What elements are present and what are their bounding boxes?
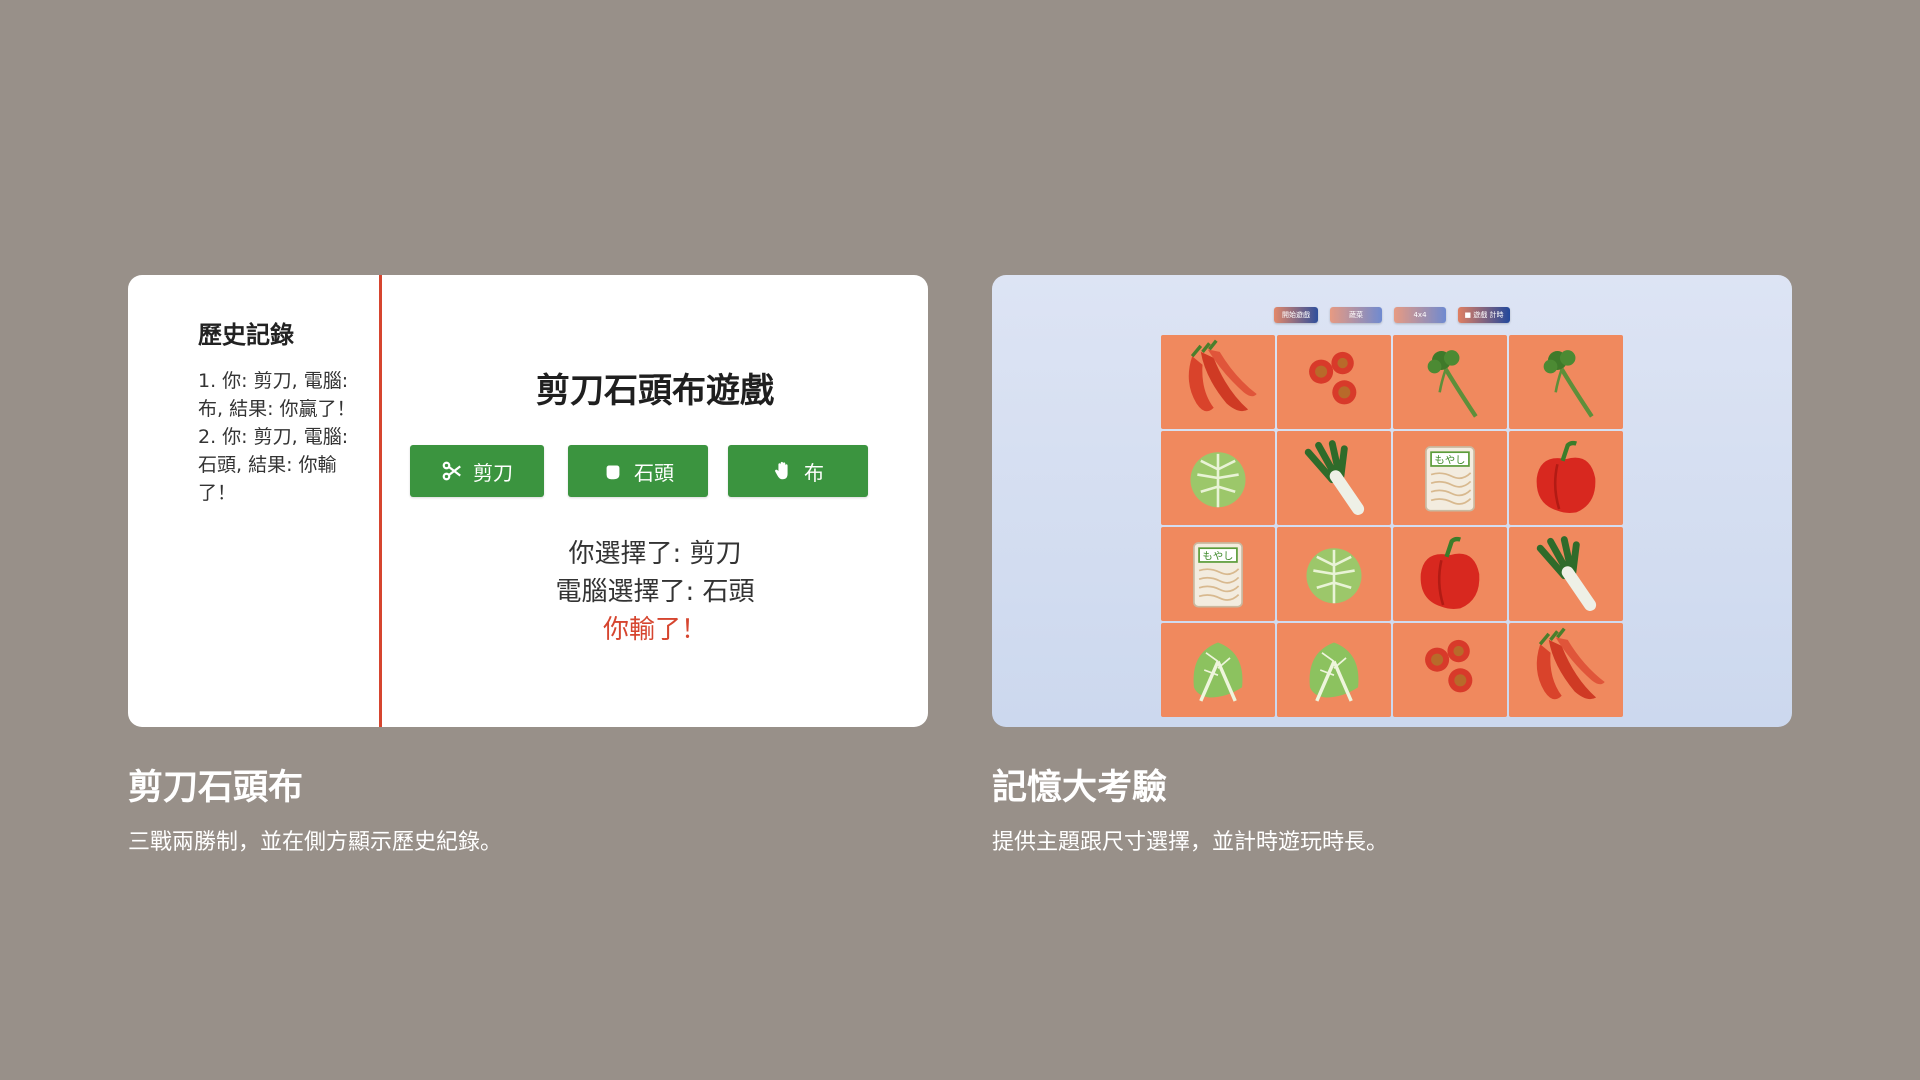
start-game-button[interactable]: 開始遊戲	[1274, 307, 1318, 323]
leek-icon	[1536, 536, 1597, 611]
theme-select[interactable]: 蔬菜	[1330, 307, 1382, 323]
history-title: 歷史記錄	[198, 321, 294, 349]
game-title: 剪刀石頭布遊戲	[536, 371, 774, 411]
rps-preview-screenshot[interactable]: 歷史記錄 1. 你: 剪刀, 電腦: 布, 結果: 你贏了！ 2. 你: 剪刀,…	[128, 275, 928, 727]
hand-icon	[775, 461, 788, 480]
broccoli-icon	[1427, 350, 1478, 418]
card-description: 提供主題跟尺寸選擇，並計時遊玩時長。	[992, 830, 1389, 855]
history-item: 2. 你: 剪刀, 電腦: 石頭, 結果: 你輸了！	[198, 426, 349, 504]
paper-button[interactable]: 布	[728, 445, 868, 497]
cabbage-icon	[1306, 548, 1362, 604]
player-choice-text: 你選擇了: 剪刀	[568, 539, 742, 569]
memory-tile[interactable]	[1277, 431, 1391, 525]
memory-tile[interactable]	[1393, 335, 1507, 429]
cabbage-icon	[1190, 452, 1246, 508]
scissors-button[interactable]: 剪刀	[410, 445, 544, 497]
memory-tile[interactable]	[1509, 335, 1623, 429]
card-title[interactable]: 剪刀石頭布	[128, 771, 928, 806]
leek-icon	[1304, 440, 1365, 515]
memory-tile[interactable]	[1393, 527, 1507, 621]
project-card-rps[interactable]: 歷史記錄 1. 你: 剪刀, 電腦: 布, 結果: 你贏了！ 2. 你: 剪刀,…	[128, 275, 928, 856]
game-panel: 剪刀石頭布遊戲 剪刀 石頭 布 你選擇了: 剪刀 電腦選擇了: 石頭 你輸了！	[382, 275, 928, 727]
red-bell-pepper-icon	[1536, 440, 1596, 513]
memory-tile[interactable]	[1161, 335, 1275, 429]
memory-preview-screenshot[interactable]: 開始遊戲 蔬菜 4x4 ■ 遊戲 計時 もやし もやし	[992, 275, 1792, 727]
memory-tile[interactable]	[1277, 623, 1391, 717]
history-panel: 歷史記錄 1. 你: 剪刀, 電腦: 布, 結果: 你贏了！ 2. 你: 剪刀,…	[128, 275, 382, 727]
rock-button[interactable]: 石頭	[568, 445, 708, 497]
project-card-memory[interactable]: 開始遊戲 蔬菜 4x4 ■ 遊戲 計時 もやし もやし 記憶大考驗 提供主題跟尺寸…	[992, 275, 1792, 856]
memory-tile[interactable]	[1509, 623, 1623, 717]
scissors-label: 剪刀	[473, 460, 513, 485]
timer-display: ■ 遊戲 計時	[1458, 307, 1510, 323]
memory-board: もやし もやし	[1161, 335, 1623, 721]
bean-sprouts-icon: もやし	[1193, 542, 1243, 608]
chili-pepper-icon	[1188, 339, 1257, 412]
paper-label: 布	[804, 460, 824, 485]
svg-text:もやし: もやし	[1435, 454, 1466, 466]
lettuce-icon	[1309, 642, 1359, 702]
card-description: 三戰兩勝制，並在側方顯示歷史紀錄。	[128, 830, 503, 855]
history-item: 1. 你: 剪刀, 電腦: 布, 結果: 你贏了！	[198, 370, 356, 420]
size-select[interactable]: 4x4	[1394, 307, 1446, 323]
memory-tile[interactable]	[1161, 623, 1275, 717]
computer-choice-text: 電腦選擇了: 石頭	[555, 577, 755, 607]
memory-tile[interactable]	[1277, 335, 1391, 429]
memory-tile[interactable]: もやし	[1161, 527, 1275, 621]
memory-tile[interactable]	[1161, 431, 1275, 525]
memory-tile[interactable]: もやし	[1393, 431, 1507, 525]
memory-tile[interactable]	[1393, 623, 1507, 717]
rock-label: 石頭	[634, 460, 674, 485]
broccoli-icon	[1543, 350, 1594, 418]
memory-tile[interactable]	[1509, 527, 1623, 621]
memory-tile[interactable]	[1277, 527, 1391, 621]
cherry-tomato-icon	[1425, 639, 1473, 693]
scissors-icon	[442, 461, 461, 481]
cherry-tomato-icon	[1309, 351, 1357, 405]
outcome-text: 你輸了！	[602, 615, 707, 645]
svg-text:もやし: もやし	[1203, 550, 1234, 562]
memory-toolbar: 開始遊戲 蔬菜 4x4 ■ 遊戲 計時	[992, 307, 1792, 323]
history-list: 1. 你: 剪刀, 電腦: 布, 結果: 你贏了！ 2. 你: 剪刀, 電腦: …	[198, 367, 366, 507]
chili-pepper-icon	[1536, 627, 1605, 700]
fist-icon	[606, 465, 620, 480]
red-bell-pepper-icon	[1420, 536, 1480, 609]
bean-sprouts-icon: もやし	[1425, 446, 1475, 512]
lettuce-icon	[1193, 642, 1243, 702]
memory-tile[interactable]	[1509, 431, 1623, 525]
card-title[interactable]: 記憶大考驗	[992, 771, 1792, 806]
